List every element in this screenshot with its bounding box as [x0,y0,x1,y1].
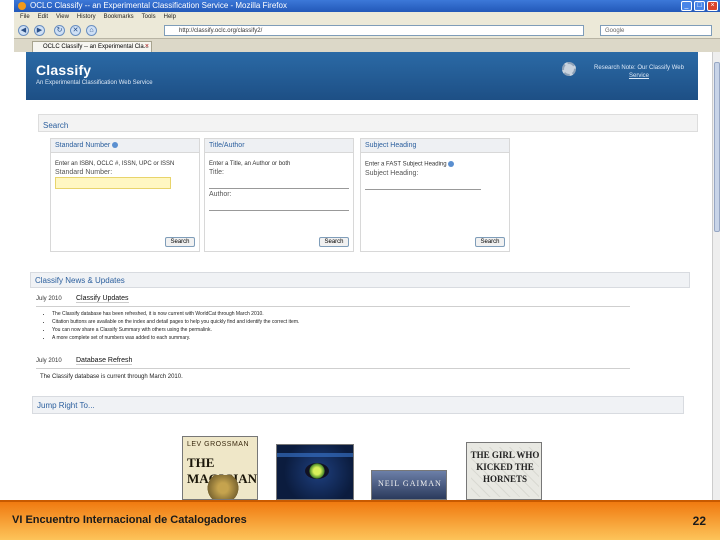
divider [36,306,630,307]
panel-standard-number: Standard Number Enter an ISBN, OCLC #, I… [50,138,200,252]
home-icon[interactable]: ⌂ [86,25,97,36]
author-label: Author: [209,191,232,198]
header-note: Research Note: Our Classify Web Service [584,64,694,80]
stop-icon[interactable]: ✕ [70,25,81,36]
window-title: OCLC Classify -- an Experimental Classif… [30,1,287,10]
close-button[interactable]: × [707,1,718,11]
search-section-bar: Search [38,114,698,132]
news-date: July 2010 [36,296,62,302]
gear-icon [562,62,576,76]
cover-stripe [277,453,353,457]
list-item: You can now share a Classify Summary wit… [52,326,624,334]
search-button-subject[interactable]: Search [475,237,505,247]
news-title: Database Refresh [76,357,133,365]
book-title: THE GIRL WHO KICKED THE HORNETS [470,450,540,484]
site-title[interactable]: Classify [36,62,91,78]
window-titlebar: OCLC Classify -- an Experimental Classif… [14,0,720,12]
book-cover-gaiman[interactable]: NEIL GAIMAN [371,470,447,500]
search-button-title-author[interactable]: Search [319,237,349,247]
panel-help-text: Enter a Title, an Author or both [209,161,291,167]
menu-bar: File Edit View History Bookmarks Tools H… [14,12,720,22]
url-bar[interactable]: http://classify.oclc.org/classify2/ [164,25,584,36]
back-icon[interactable]: ◀ [18,25,29,36]
book-author: NEIL GAIMAN [378,479,442,488]
panel-heading: Standard Number [51,139,199,153]
subject-heading-input[interactable] [365,178,481,190]
menu-history[interactable]: History [77,12,96,22]
page-content: Classify An Experimental Classification … [14,52,720,500]
news-bullet-list: The Classify database has been refreshed… [44,310,624,342]
menu-file[interactable]: File [20,12,30,22]
window-controls: _ □ × [681,1,718,11]
author-input[interactable] [209,199,349,211]
site-tagline: An Experimental Classification Web Servi… [36,80,153,86]
news-body: The Classify database is current through… [40,374,183,380]
header-note-text: Research Note: Our Classify Web [594,65,684,71]
menu-help[interactable]: Help [164,12,176,22]
tab-strip: OCLC Classify -- an Experimental Cla... … [14,39,720,52]
search-button-standard[interactable]: Search [165,237,195,247]
list-item: Citation buttons are available on the in… [52,318,624,326]
footer-title: VI Encuentro Internacional de Catalogado… [12,514,247,526]
menu-tools[interactable]: Tools [142,12,156,22]
tree-illustration [201,475,245,499]
slide-footer: VI Encuentro Internacional de Catalogado… [0,500,720,540]
header-note-link[interactable]: Service [584,72,694,80]
nav-bar: ◀ ▶ ↻ ✕ ⌂ http://classify.oclc.org/class… [14,22,720,39]
divider [36,368,630,369]
tab-label: OCLC Classify -- an Experimental Cla... [43,44,149,50]
eye-illustration [305,463,329,479]
menu-edit[interactable]: Edit [38,12,48,22]
forward-icon[interactable]: ▶ [34,25,45,36]
maximize-button[interactable]: □ [694,1,705,11]
book-cover-girl-who-kicked[interactable]: THE GIRL WHO KICKED THE HORNETS [466,442,542,500]
book-author: LEV GROSSMAN [187,441,250,448]
panel-heading: Title/Author [205,139,353,153]
news-heading: Classify News & Updates [30,272,690,288]
search-box[interactable]: Google [600,25,712,36]
list-item: The Classify database has been refreshed… [52,310,624,318]
firefox-icon [18,2,26,10]
tab-classify[interactable]: OCLC Classify -- an Experimental Cla... … [32,41,152,52]
search-heading: Search [43,121,69,130]
vertical-scrollbar[interactable] [712,52,720,500]
panel-heading: Subject Heading [361,139,509,153]
page-number: 22 [692,514,706,528]
jump-heading: Jump Right To... [32,396,684,414]
reload-icon[interactable]: ↻ [54,25,65,36]
menu-bookmarks[interactable]: Bookmarks [104,12,134,22]
minimize-button[interactable]: _ [681,1,692,11]
panel-help-text: Enter a FAST Subject Heading [361,153,509,168]
help-icon[interactable] [112,142,119,149]
book-cover-magicians[interactable]: LEV GROSSMAN THE MAGICIANS [182,436,258,500]
list-item: A more complete set of numbers was added… [52,334,624,342]
panel-subject-heading: Subject Heading Enter a FAST Subject Hea… [360,138,510,252]
menu-view[interactable]: View [56,12,69,22]
news-title: Classify Updates [76,295,129,303]
site-header: Classify An Experimental Classification … [26,52,698,100]
news-date: July 2010 [36,358,62,364]
book-cover-avatar[interactable] [276,444,354,500]
title-input[interactable] [209,177,349,189]
subject-heading-label: Subject Heading: [365,169,419,177]
standard-number-input[interactable] [55,177,171,189]
standard-number-label: Standard Number: [55,169,113,176]
panel-title-author: Title/Author Enter a Title, an Author or… [204,138,354,252]
help-icon[interactable] [448,161,455,167]
slide: OCLC Classify -- an Experimental Classif… [0,0,720,540]
panel-help-text: Enter an ISBN, OCLC #, ISSN, UPC or ISSN [55,161,175,167]
tab-close-icon[interactable]: × [145,42,149,52]
title-label: Title: [209,169,224,176]
scrollbar-thumb[interactable] [714,62,720,232]
